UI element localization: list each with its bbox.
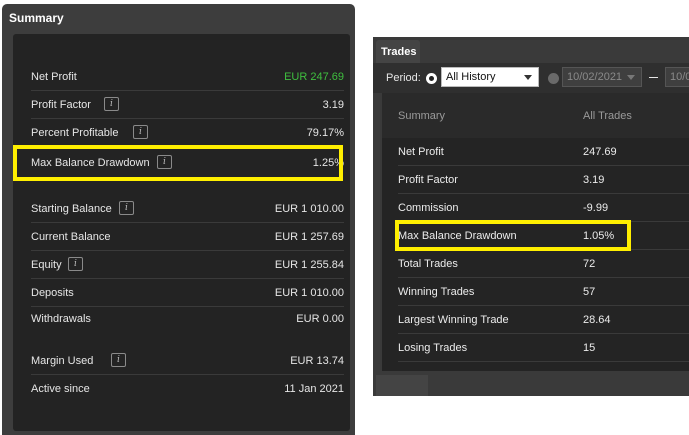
radio-all-history[interactable] — [426, 73, 437, 84]
summary-frame: Summary Net Profit EUR 247.69 Profit Fac… — [2, 4, 355, 435]
row-deposits: Deposits EUR 1 010.00 — [31, 279, 344, 307]
info-icon[interactable]: i — [68, 257, 83, 271]
row-label: Equity — [31, 259, 62, 271]
row-value: 3.19 — [322, 99, 344, 111]
row-label: Winning Trades — [398, 286, 475, 298]
highlight-box-left — [13, 145, 343, 181]
info-icon[interactable]: i — [119, 201, 134, 215]
row-value: EUR 0.00 — [296, 313, 344, 325]
row-net-profit: Net Profit EUR 247.69 — [31, 63, 344, 91]
table-row: Net Profit 247.69 — [398, 138, 689, 166]
table-row: Total Trades 72 — [398, 250, 689, 278]
row-percent-profitable: Percent Profitable i 79.17% — [31, 119, 344, 147]
row-label: Deposits — [31, 287, 74, 299]
table-row: Profit Factor 3.19 — [398, 166, 689, 194]
row-label: Net Profit — [31, 71, 77, 83]
history-select[interactable]: All History — [441, 67, 539, 87]
history-select-value: All History — [446, 71, 496, 83]
row-label: Net Profit — [398, 146, 444, 158]
period-toolbar: Period: All History 10/02/2021 10/0 — [373, 63, 689, 93]
row-value: EUR 247.69 — [284, 71, 344, 83]
row-value: 28.64 — [583, 314, 611, 326]
row-profit-factor: Profit Factor i 3.19 — [31, 91, 344, 119]
row-value: 11 Jan 2021 — [284, 383, 344, 395]
footer-tab[interactable] — [376, 375, 428, 396]
row-value: -9.99 — [583, 202, 609, 214]
info-icon[interactable]: i — [133, 125, 148, 139]
row-value: EUR 13.74 — [290, 355, 344, 367]
summary-table: Net Profit EUR 247.69 Profit Factor i 3.… — [13, 34, 350, 431]
row-value: 3.19 — [583, 174, 605, 186]
row-label: Profit Factor — [31, 99, 91, 111]
table-row: Losing Trades 15 — [398, 334, 689, 362]
tab-trades[interactable]: Trades — [376, 40, 420, 63]
header-summary: Summary — [398, 110, 446, 122]
row-label: Total Trades — [398, 258, 458, 270]
row-label: Commission — [398, 202, 459, 214]
row-label: Margin Used — [31, 355, 94, 367]
row-current-balance: Current Balance EUR 1 257.69 — [31, 223, 344, 251]
date-to-value: 10/0 — [670, 71, 689, 83]
table-row: Commission -9.99 — [398, 194, 689, 222]
date-range-dash — [649, 77, 658, 78]
row-withdrawals: Withdrawals EUR 0.00 — [31, 305, 344, 333]
trades-panel: Trades Period: All History 10/02/2021 10… — [373, 37, 689, 396]
row-value: EUR 1 255.84 — [274, 259, 344, 271]
row-starting-balance: Starting Balance i EUR 1 010.00 — [31, 195, 344, 223]
row-value: 15 — [583, 342, 596, 354]
row-label: Withdrawals — [31, 313, 91, 325]
row-active-since: Active since 11 Jan 2021 — [31, 375, 344, 403]
row-label: Starting Balance — [31, 203, 112, 215]
highlight-box-right — [395, 220, 631, 251]
date-from-field[interactable]: 10/02/2021 — [562, 67, 642, 87]
radio-date-range[interactable] — [548, 73, 559, 84]
row-label: Current Balance — [31, 231, 111, 243]
row-label: Profit Factor — [398, 174, 458, 186]
chevron-down-icon — [524, 75, 532, 80]
row-value: 247.69 — [583, 146, 617, 158]
date-to-field[interactable]: 10/0 — [665, 67, 689, 87]
table-row: Winning Trades 57 — [398, 278, 689, 306]
table-row: Largest Winning Trade 28.64 — [398, 306, 689, 334]
period-label: Period: — [386, 72, 421, 84]
summary-panel-left: Summary Net Profit EUR 247.69 Profit Fac… — [0, 0, 360, 435]
row-value: 72 — [583, 258, 596, 270]
row-equity: Equity i EUR 1 255.84 — [31, 251, 344, 279]
row-margin-used: Margin Used i EUR 13.74 — [31, 347, 344, 375]
row-value: EUR 1 010.00 — [274, 203, 344, 215]
row-value: 79.17% — [306, 127, 344, 139]
row-value: EUR 1 010.00 — [274, 287, 344, 299]
row-label: Losing Trades — [398, 342, 468, 354]
summary-title: Summary — [9, 11, 64, 25]
date-from-value: 10/02/2021 — [567, 71, 623, 83]
row-value: 57 — [583, 286, 596, 298]
table-header: Summary All Trades — [382, 93, 689, 138]
row-label: Active since — [31, 383, 90, 395]
info-icon[interactable]: i — [104, 97, 119, 111]
row-label: Largest Winning Trade — [398, 314, 509, 326]
row-label: Percent Profitable — [31, 127, 119, 139]
panel-footer — [373, 371, 689, 396]
info-icon[interactable]: i — [111, 353, 126, 367]
chevron-down-icon — [627, 75, 635, 80]
header-all-trades: All Trades — [583, 110, 632, 122]
row-value: EUR 1 257.69 — [274, 231, 344, 243]
